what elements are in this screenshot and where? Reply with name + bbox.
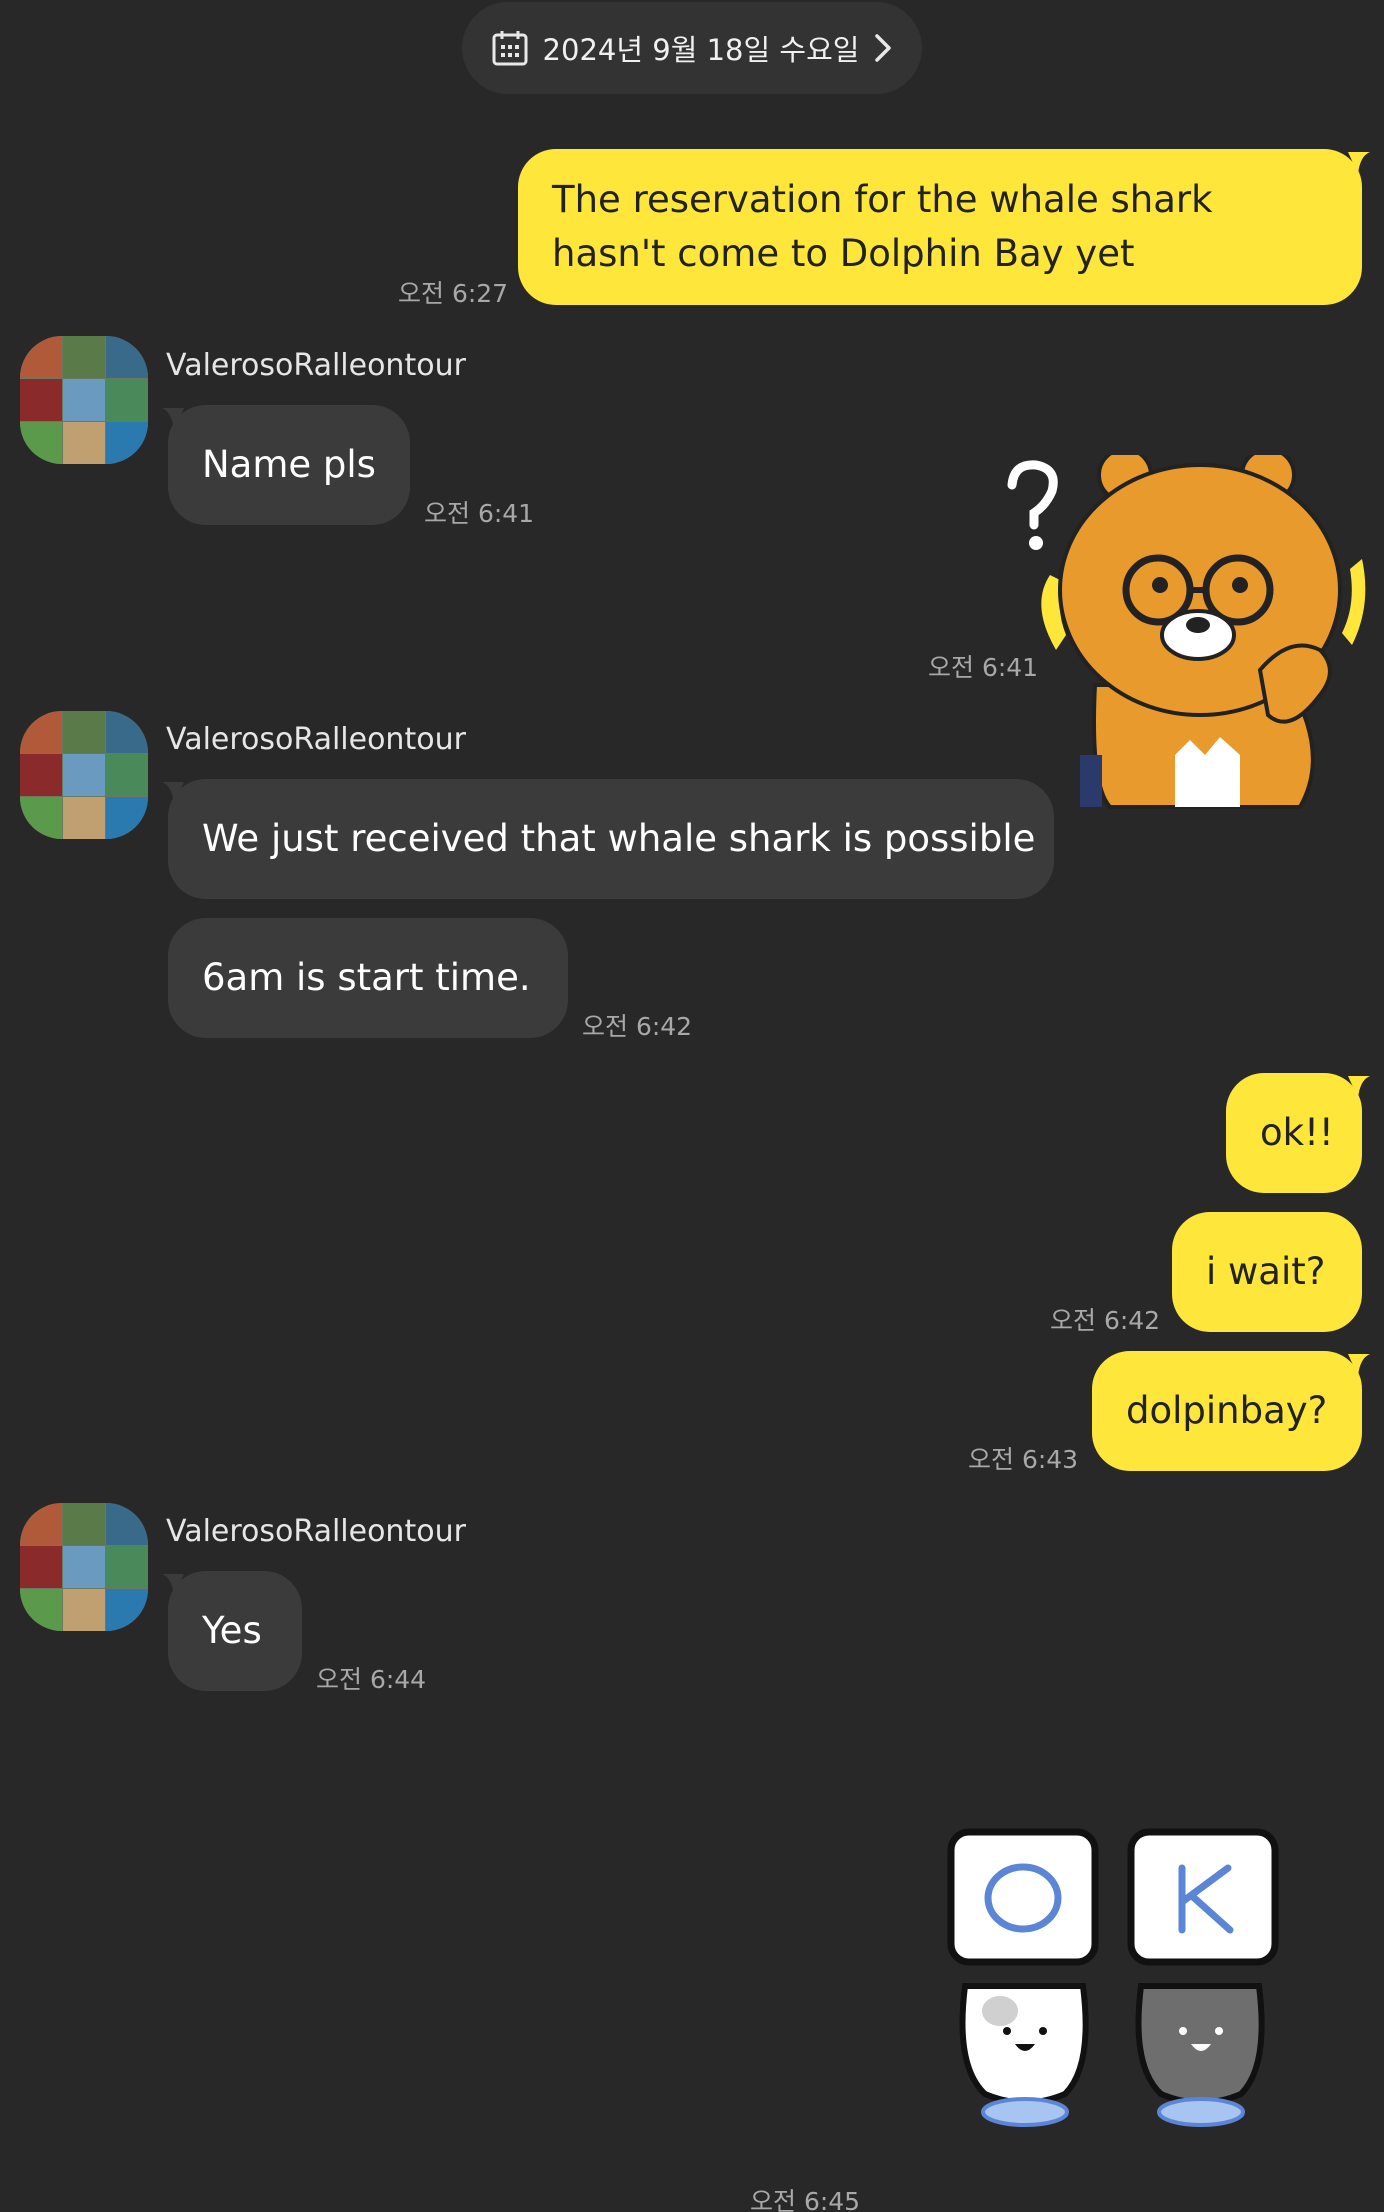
message-text: i wait? xyxy=(1206,1250,1326,1293)
my-message-bubble[interactable]: ok!! xyxy=(1226,1073,1362,1193)
date-separator[interactable]: 2024년 9월 18일 수요일 xyxy=(462,2,922,94)
sender-avatar[interactable] xyxy=(20,711,148,839)
message-text: dolpinbay? xyxy=(1126,1389,1328,1432)
my-message-bubble[interactable]: i wait? xyxy=(1172,1212,1362,1332)
bubble-tail xyxy=(1348,1076,1370,1098)
bubble-tail xyxy=(162,408,184,430)
message-text: ok!! xyxy=(1260,1111,1334,1154)
their-message-bubble[interactable]: Yes xyxy=(168,1571,302,1691)
date-separator-label: 2024년 9월 18일 수요일 xyxy=(542,33,860,67)
bubble-tail xyxy=(162,782,184,804)
sender-name: ValerosoRalleontour xyxy=(166,722,466,757)
my-message-bubble[interactable]: dolpinbay? xyxy=(1092,1351,1362,1471)
bubble-tail xyxy=(1348,152,1370,174)
confused-bear-sticker-icon[interactable] xyxy=(1000,455,1372,815)
message-text: Name pls xyxy=(202,443,376,486)
bubble-tail xyxy=(1348,1354,1370,1376)
message-time: 오전 6:44 xyxy=(316,1665,427,1694)
message-time: 오전 6:41 xyxy=(424,499,535,528)
message-text: We just received that whale shark is pos… xyxy=(202,817,1036,860)
message-text: Yes xyxy=(202,1609,262,1652)
message-text: The reservation for the whale shark hasn… xyxy=(552,178,1213,275)
sender-avatar[interactable] xyxy=(20,336,148,464)
bubble-tail xyxy=(162,1574,184,1596)
message-time: 오전 6:42 xyxy=(582,1012,693,1041)
message-time: 오전 6:45 xyxy=(750,2187,861,2212)
message-time: 오전 6:42 xyxy=(1050,1306,1161,1335)
chevron-right-icon xyxy=(875,34,892,62)
avatar-collage-image xyxy=(20,1503,148,1631)
their-message-bubble[interactable]: Name pls xyxy=(168,405,410,525)
message-time: 오전 6:27 xyxy=(398,279,509,308)
sender-name: ValerosoRalleontour xyxy=(166,1514,466,1549)
avatar-collage-image xyxy=(20,711,148,839)
chat-room: 2024년 9월 18일 수요일 오전 6:27 The reservation… xyxy=(0,0,1384,2212)
calendar-icon xyxy=(492,31,528,66)
their-message-bubble[interactable]: 6am is start time. xyxy=(168,918,568,1038)
ok-cats-sticker-icon[interactable] xyxy=(945,1826,1285,2132)
message-time: 오전 6:43 xyxy=(968,1445,1079,1474)
message-text: 6am is start time. xyxy=(202,956,531,999)
avatar-collage-image xyxy=(20,336,148,464)
sender-name: ValerosoRalleontour xyxy=(166,348,466,383)
their-message-bubble[interactable]: We just received that whale shark is pos… xyxy=(168,779,1054,899)
my-message-bubble[interactable]: The reservation for the whale shark hasn… xyxy=(518,149,1362,305)
sender-avatar[interactable] xyxy=(20,1503,148,1631)
